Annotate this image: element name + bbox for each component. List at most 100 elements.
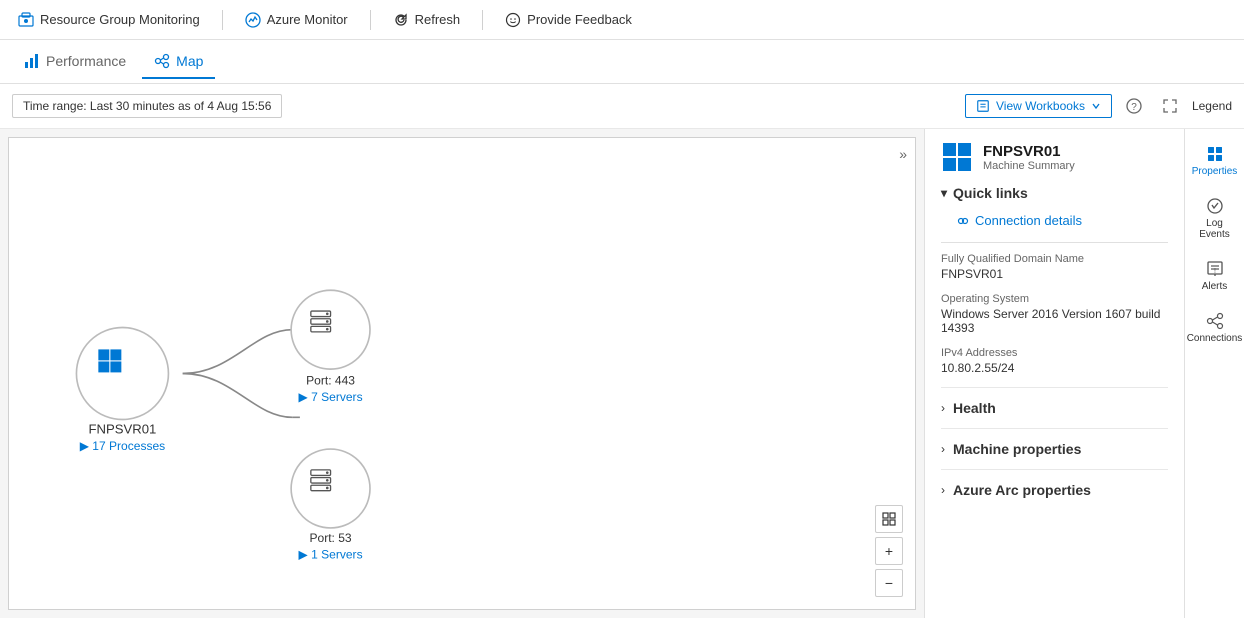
nav-resource-group-label: Resource Group Monitoring [40,12,200,27]
main-node-name: FNPSVR01 [89,422,157,437]
health-section: › Health [941,387,1168,428]
nav-sep-2 [370,10,371,30]
help-icon-button[interactable]: ? [1120,92,1148,120]
time-range-button[interactable]: Time range: Last 30 minutes as of 4 Aug … [12,94,282,118]
machine-name: FNPSVR01 [983,143,1075,160]
zoom-out-button[interactable]: − [875,569,903,597]
view-workbooks-button[interactable]: View Workbooks [965,94,1112,118]
machine-props-title: Machine properties [953,441,1081,457]
panel-content: FNPSVR01 Machine Summary ▾ Quick links C… [925,129,1184,618]
alerts-panel-icon: ! [1206,260,1224,278]
machine-props-section: › Machine properties [941,428,1168,469]
machine-info: FNPSVR01 Machine Summary [983,143,1075,172]
legend-button[interactable]: Legend [1192,99,1232,113]
refresh-icon [393,12,409,28]
tab-bar: Performance Map [0,40,1244,84]
connections-panel-icon [1206,312,1224,330]
connection-details-label: Connection details [975,213,1082,228]
side-icon-properties[interactable]: Properties [1187,137,1243,185]
main-node-circle[interactable] [76,327,168,419]
os-group: Operating System Windows Server 2016 Ver… [941,293,1168,335]
refresh-label: Refresh [415,12,461,27]
main-content: FNPSVR01 ▶ 17 Processes Port: 443 ▶ 7 Se… [0,129,1244,618]
azure-monitor-label: Azure Monitor [267,12,348,27]
time-range-label: Time range: Last 30 minutes as of 4 Aug … [23,99,271,113]
side-icon-log-events[interactable]: Log Events [1187,189,1243,248]
expand-icon [1162,98,1178,114]
arc-props-title: Azure Arc properties [953,482,1091,498]
divider-1 [941,242,1168,243]
svg-text:?: ? [1131,102,1137,113]
health-header[interactable]: › Health [941,400,1168,416]
os-label: Operating System [941,293,1168,305]
link-icon [957,215,969,227]
ipv4-label: IPv4 Addresses [941,347,1168,359]
dropdown-chevron-icon [1091,101,1101,111]
legend-label: Legend [1192,99,1232,113]
arc-props-section: › Azure Arc properties [941,469,1168,510]
performance-icon [24,53,40,69]
ipv4-group: IPv4 Addresses 10.80.2.55/24 [941,347,1168,375]
expand-icon-button[interactable] [1156,92,1184,120]
feedback-label: Provide Feedback [527,12,632,27]
port-53-count: ▶ 1 Servers [299,548,363,562]
os-value: Windows Server 2016 Version 1607 build 1… [941,307,1168,335]
nav-sep-1 [222,10,223,30]
side-icon-alerts[interactable]: ! Alerts [1187,252,1243,300]
arc-props-chevron: › [941,483,945,497]
health-chevron: › [941,401,945,415]
top-nav: Resource Group Monitoring Azure Monitor … [0,0,1244,40]
quick-links-chevron: ▾ [941,186,947,200]
health-title: Health [953,400,996,416]
fqdn-group: Fully Qualified Domain Name FNPSVR01 [941,253,1168,281]
map-top-right: » [899,146,907,162]
machine-subtitle: Machine Summary [983,160,1075,172]
tab-map-label: Map [176,53,203,69]
fit-view-button[interactable] [875,505,903,533]
workbooks-icon [976,99,990,113]
port-53-label: Port: 53 [309,531,351,545]
port-443-label: Port: 443 [306,373,355,387]
connector-line-bottom [183,374,293,418]
svg-text:!: ! [1214,268,1216,275]
quick-links-label: Quick links [953,185,1028,201]
expand-arrow-icon[interactable]: » [899,146,907,162]
side-icon-connections[interactable]: Connections [1187,304,1243,352]
resource-group-icon [18,12,34,28]
fqdn-label: Fully Qualified Domain Name [941,253,1168,265]
right-panel: FNPSVR01 Machine Summary ▾ Quick links C… [924,129,1244,618]
windows-logo [941,141,973,173]
properties-panel-label: Properties [1192,166,1238,177]
nav-azure-monitor[interactable]: Azure Monitor [239,8,354,32]
feedback-icon [505,12,521,28]
tab-performance-label: Performance [46,53,126,69]
nav-resource-group[interactable]: Resource Group Monitoring [12,8,206,32]
map-area: FNPSVR01 ▶ 17 Processes Port: 443 ▶ 7 Se… [8,137,916,610]
connections-panel-label: Connections [1187,333,1243,344]
zoom-in-button[interactable]: + [875,537,903,565]
ipv4-value: 10.80.2.55/24 [941,361,1168,375]
nav-refresh[interactable]: Refresh [387,8,467,32]
azure-monitor-icon [245,12,261,28]
fqdn-value: FNPSVR01 [941,267,1168,281]
machine-props-header[interactable]: › Machine properties [941,441,1168,457]
quick-links-section[interactable]: ▾ Quick links [941,185,1168,201]
tab-map[interactable]: Map [142,45,215,79]
map-icon [154,53,170,69]
machine-props-chevron: › [941,442,945,456]
machine-header: FNPSVR01 Machine Summary [941,141,1168,173]
help-icon: ? [1126,98,1142,114]
tab-performance[interactable]: Performance [12,45,138,79]
connector-line-top [183,330,293,374]
alerts-panel-label: Alerts [1202,281,1228,292]
connection-details-link[interactable]: Connection details [941,209,1168,232]
nav-sep-3 [482,10,483,30]
view-workbooks-label: View Workbooks [996,99,1085,113]
log-events-panel-label: Log Events [1191,218,1239,240]
side-icons-panel: Properties Log Events ! Alerts [1184,129,1244,618]
map-visualization: FNPSVR01 ▶ 17 Processes Port: 443 ▶ 7 Se… [9,138,915,609]
nav-feedback[interactable]: Provide Feedback [499,8,638,32]
map-controls: + − [875,505,903,597]
arc-props-header[interactable]: › Azure Arc properties [941,482,1168,498]
port-443-count: ▶ 7 Servers [299,390,363,404]
